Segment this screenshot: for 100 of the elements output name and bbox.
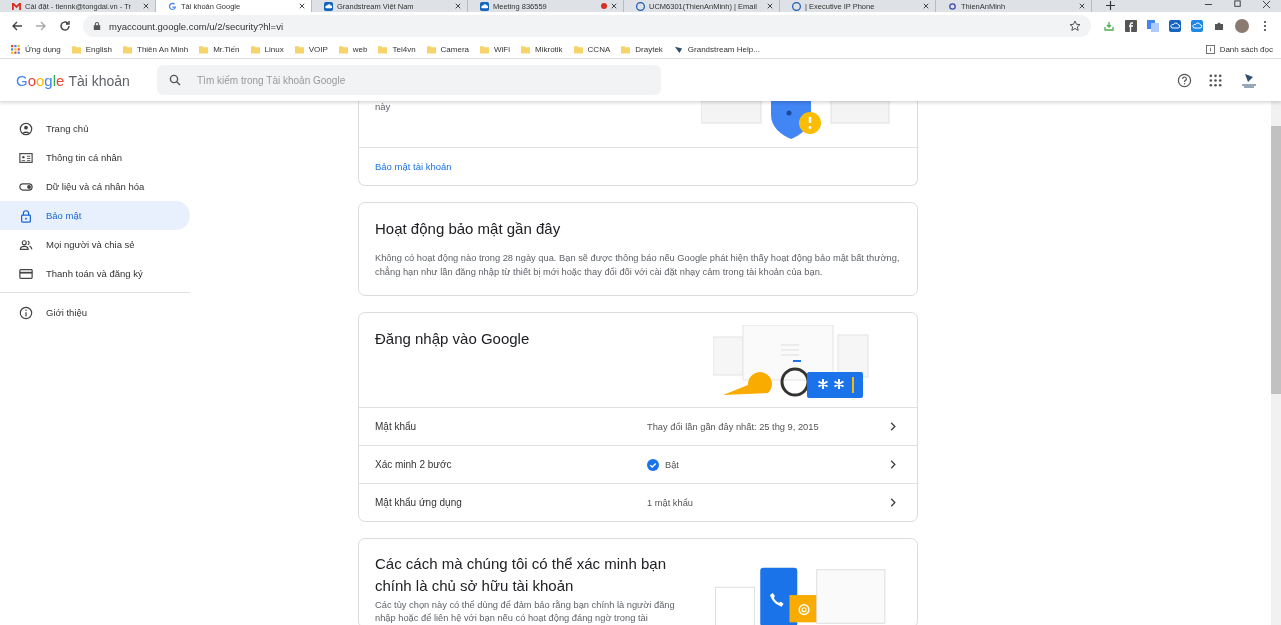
cloud-icon[interactable] — [1191, 20, 1203, 32]
row-value: 1 mật khẩu — [647, 497, 693, 508]
lock-icon — [19, 208, 33, 223]
chevron-right-icon — [889, 497, 897, 508]
folder-icon — [294, 44, 304, 54]
reading-list-button[interactable]: Danh sách đọc — [1205, 44, 1273, 54]
chevron-right-icon — [889, 459, 897, 470]
new-tab-icon[interactable] — [1106, 1, 1115, 10]
folder-icon — [123, 44, 132, 54]
card-title: Các cách mà chúng tôi có thể xác minh bạn chính là chủ sở hữu tài khoản — [375, 554, 667, 596]
sidebar-item[interactable]: Thông tin cá nhân — [0, 143, 190, 172]
chevron-right-icon — [889, 421, 897, 432]
star-icon[interactable] — [1069, 20, 1081, 32]
folder-icon — [250, 44, 260, 54]
help-icon[interactable] — [1177, 72, 1192, 88]
sidebar-item[interactable]: Mọi người và chia sẻ — [0, 230, 190, 259]
globe-icon — [636, 1, 645, 11]
maximize-icon[interactable] — [1233, 0, 1242, 9]
bookmark-item[interactable]: Mikrotik — [521, 44, 563, 54]
bookmark-label: Danh sách đọc — [1219, 44, 1273, 54]
bookmark-label: WiFi — [494, 44, 511, 54]
close-icon[interactable] — [611, 3, 617, 9]
site-logo-icon — [673, 44, 683, 54]
apps-grid-icon — [11, 44, 20, 54]
row-label: Mật khẩu — [375, 421, 418, 432]
info-icon — [19, 305, 33, 320]
folder-icon — [378, 44, 388, 54]
bookmark-label: Mr.Tiến — [213, 44, 240, 54]
bookmark-item[interactable]: Mr.Tiến — [199, 44, 240, 54]
bookmark-label: English — [85, 44, 112, 54]
sidebar-item[interactable]: Dữ liệu và cá nhân hóa — [0, 172, 190, 201]
search-input[interactable]: Tìm kiếm trong Tài khoản Google — [195, 73, 649, 87]
folder-icon — [338, 44, 348, 54]
folder-icon — [573, 44, 583, 54]
close-icon[interactable] — [455, 3, 461, 9]
address-bar[interactable]: myaccount.google.com/u/2/security?hl=vi — [83, 15, 1091, 37]
scrollbar[interactable] — [1271, 101, 1281, 625]
profile-avatar[interactable] — [1235, 19, 1249, 33]
close-icon[interactable] — [923, 3, 929, 9]
signin-row[interactable]: Mật khẩu Thay đổi lần gần đây nhất: 25 thg 9, 2015 — [359, 407, 917, 445]
bookmark-item[interactable]: VOIP — [294, 44, 328, 54]
sidebar-item[interactable]: Bảo mật — [0, 201, 190, 230]
sidebar-item[interactable]: Thanh toán và đăng ký — [0, 259, 190, 288]
check-circle-icon — [647, 458, 659, 471]
reload-icon[interactable] — [59, 20, 71, 32]
square-f-icon[interactable] — [1125, 20, 1137, 32]
close-icon[interactable] — [1262, 0, 1271, 9]
bookmark-label: Camera — [440, 44, 470, 54]
bookmark-item[interactable]: web — [338, 44, 368, 54]
bookmark-label: Grandstream Help... — [687, 44, 760, 54]
id-card-icon — [19, 150, 33, 165]
bookmark-item[interactable]: Camera — [426, 44, 470, 54]
bookmark-item[interactable]: Thiên An Minh — [123, 44, 189, 54]
bookmark-item[interactable]: Grandstream Help... — [673, 44, 760, 54]
lock-icon — [93, 21, 101, 31]
folder-icon — [621, 44, 631, 54]
bookmark-label: VOIP — [308, 44, 328, 54]
bookmark-label: Draytek — [635, 44, 663, 54]
search-bar[interactable]: Tìm kiếm trong Tài khoản Google — [157, 65, 661, 95]
bookmark-item[interactable]: Linux — [250, 44, 284, 54]
card-title: Đăng nhập vào Google — [375, 329, 530, 349]
cloud-icon[interactable] — [1169, 20, 1181, 32]
apps-grid-icon[interactable] — [1208, 72, 1223, 88]
people-icon — [19, 237, 33, 252]
bookmark-label: Mikrotik — [535, 44, 563, 54]
close-icon[interactable] — [767, 3, 773, 9]
globe-icon — [792, 1, 801, 11]
product-name: Tài khoản — [68, 72, 130, 89]
google-g-icon — [168, 1, 177, 11]
bookmark-item[interactable]: CCNA — [573, 44, 611, 54]
bookmark-label: Tel4vn — [392, 44, 416, 54]
bookmark-item[interactable]: Tel4vn — [378, 44, 416, 54]
row-value: Bật — [665, 459, 679, 470]
close-icon[interactable] — [1079, 3, 1085, 9]
card-text: này — [375, 101, 391, 114]
card-description: Các tùy chọn này có thể dùng để đảm bảo rằng bạn chính là người đăng nhập hoặc để liên hệ với bạn nếu có hoạt động đáng ngờ trong tài — [375, 599, 676, 625]
bookmark-item[interactable]: WiFi — [480, 44, 511, 54]
account-security-link[interactable]: Bảo mật tài khoản — [375, 161, 452, 172]
person-circle-icon — [19, 121, 33, 136]
bookmark-item[interactable]: Draytek — [621, 44, 663, 54]
folder-icon — [426, 44, 436, 54]
folder-icon — [199, 44, 209, 54]
download-tray-icon[interactable] — [1103, 20, 1115, 32]
row-label: Mật khẩu ứng dụng — [375, 497, 463, 508]
bookmark-label: Ứng dụng — [25, 44, 61, 54]
bookmark-label: CCNA — [587, 44, 611, 54]
apps-bookmark[interactable]: Ứng dụng — [11, 44, 61, 54]
close-icon[interactable] — [299, 3, 305, 9]
signin-row[interactable]: Xác minh 2 bước Bật — [359, 445, 917, 483]
credit-card-icon — [19, 266, 33, 281]
row-value: Thay đổi lần gần đây nhất: 25 thg 9, 2015 — [647, 421, 819, 432]
bookmark-item[interactable]: English — [71, 44, 112, 54]
close-icon[interactable] — [143, 3, 149, 9]
bookmark-label: Thiên An Minh — [137, 44, 189, 54]
back-icon[interactable] — [11, 20, 23, 32]
sidebar-item[interactable]: Trang chủ — [0, 114, 190, 143]
folder-icon — [521, 44, 531, 54]
signin-row[interactable]: Mật khẩu ứng dụng 1 mật khẩu — [359, 483, 917, 521]
google-logo[interactable]: Google — [16, 71, 65, 89]
sidebar-item[interactable]: Giới thiệu — [0, 298, 190, 327]
